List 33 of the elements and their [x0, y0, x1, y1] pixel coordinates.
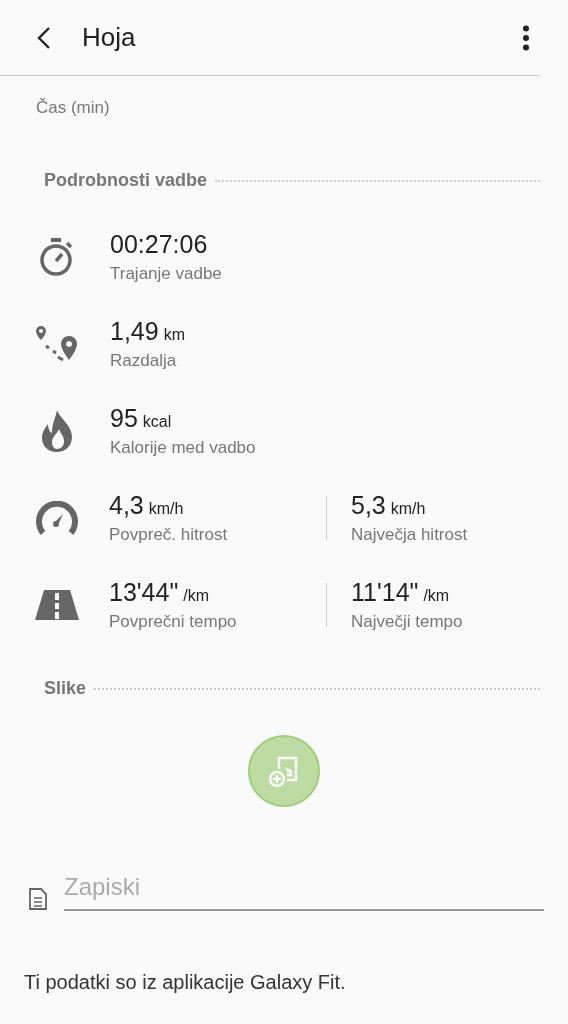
section-title: Podrobnosti vadbe	[44, 170, 207, 191]
more-options-icon[interactable]	[522, 24, 530, 51]
speedometer-icon	[34, 500, 79, 535]
back-icon[interactable]	[36, 25, 52, 50]
stat-value: 00:27:06	[110, 229, 208, 259]
stat-label: Največji tempo	[351, 611, 464, 632]
stat-label: Povprečni tempo	[109, 611, 238, 632]
stat-value: 5,3	[351, 490, 386, 520]
stat-value: 1,49	[110, 316, 159, 346]
stat-unit: km	[163, 325, 185, 344]
stat-label: Razdalja	[110, 350, 178, 371]
stat-unit: km/h	[390, 499, 426, 518]
source-note: Ti podatki so iz aplikacije Galaxy Fit.	[24, 971, 347, 994]
screen-title: Hoja	[82, 22, 137, 53]
stat-unit: /km	[423, 586, 450, 605]
stat-label: Največja hitrost	[351, 524, 469, 545]
stat-value: 95	[110, 403, 138, 433]
note-icon	[28, 887, 48, 911]
axis-label: Čas (min)	[36, 98, 111, 118]
stat-value: 13'44"	[109, 577, 179, 607]
section-title: Slike	[44, 678, 87, 699]
route-icon	[34, 323, 80, 364]
stat-unit: kcal	[142, 412, 172, 431]
road-icon	[34, 589, 79, 620]
notes-field[interactable]: Zapiski	[64, 869, 544, 911]
stat-unit: km/h	[148, 499, 184, 518]
stat-value: 11'14"	[351, 577, 419, 607]
stat-label: Povpreč. hitrost	[109, 524, 229, 545]
stat-unit: /km	[183, 586, 210, 605]
flame-icon	[40, 408, 74, 453]
stat-label: Kalorije med vadbo	[110, 437, 257, 458]
stat-value: 4,3	[109, 490, 144, 520]
stat-label: Trajanje vadbe	[110, 263, 223, 284]
